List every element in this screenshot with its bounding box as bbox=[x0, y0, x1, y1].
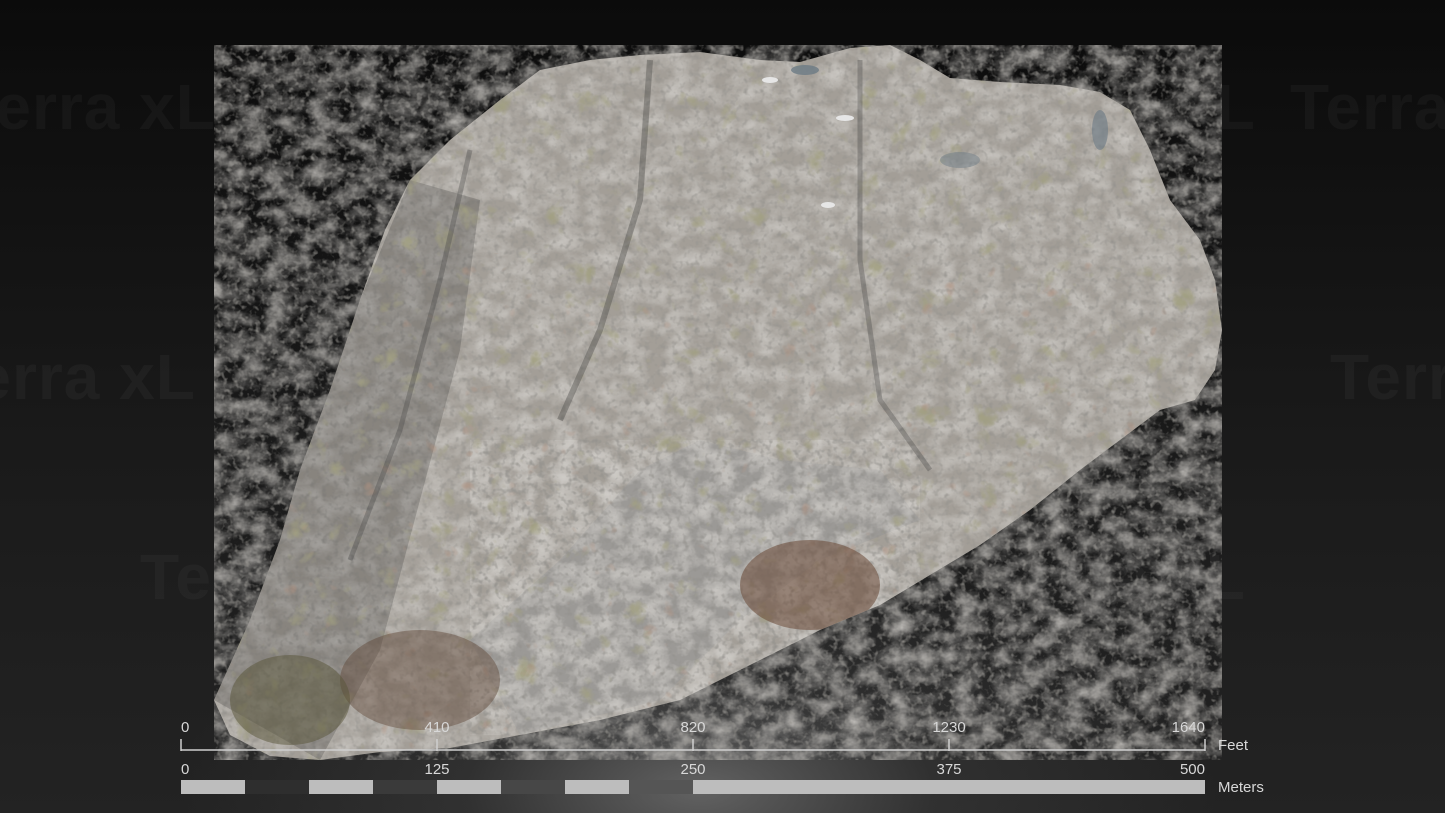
meters-tick-label: 375 bbox=[936, 761, 961, 778]
feet-tick-label: 1640 bbox=[1172, 719, 1205, 736]
meters-scale-segment bbox=[693, 780, 1205, 794]
meters-tick-label: 500 bbox=[1180, 761, 1205, 778]
meters-scale-segment bbox=[309, 780, 373, 794]
meters-tick-label: 125 bbox=[424, 761, 449, 778]
meters-scale-segment bbox=[245, 780, 309, 794]
scale-bar: 0 410 820 1230 1640 Feet 0 125 250 375 500 Meter… bbox=[180, 719, 1264, 796]
meters-tick-label: 250 bbox=[680, 761, 705, 778]
meters-scale-segment bbox=[437, 780, 501, 794]
feet-unit-label: Feet bbox=[1218, 737, 1249, 754]
meters-scale-segment bbox=[565, 780, 629, 794]
feet-tick-label: 1230 bbox=[932, 719, 965, 736]
meters-scale-segment bbox=[501, 780, 565, 794]
meters-tick-label: 0 bbox=[181, 761, 189, 778]
feet-tick-label: 0 bbox=[181, 719, 189, 736]
feet-tick-label: 410 bbox=[424, 719, 449, 736]
meters-scale-segment bbox=[373, 780, 437, 794]
map-viewport[interactable]: Terra xL Terra xL Terra xL Terra xL Terr… bbox=[0, 0, 1445, 813]
feet-scale: 0 410 820 1230 1640 Feet bbox=[180, 719, 1249, 754]
meters-unit-label: Meters bbox=[1218, 779, 1264, 796]
meters-scale: 0 125 250 375 500 Meters bbox=[181, 761, 1264, 796]
feet-tick-label: 820 bbox=[680, 719, 705, 736]
meters-scale-segment bbox=[181, 780, 245, 794]
meters-scale-segment bbox=[629, 780, 693, 794]
